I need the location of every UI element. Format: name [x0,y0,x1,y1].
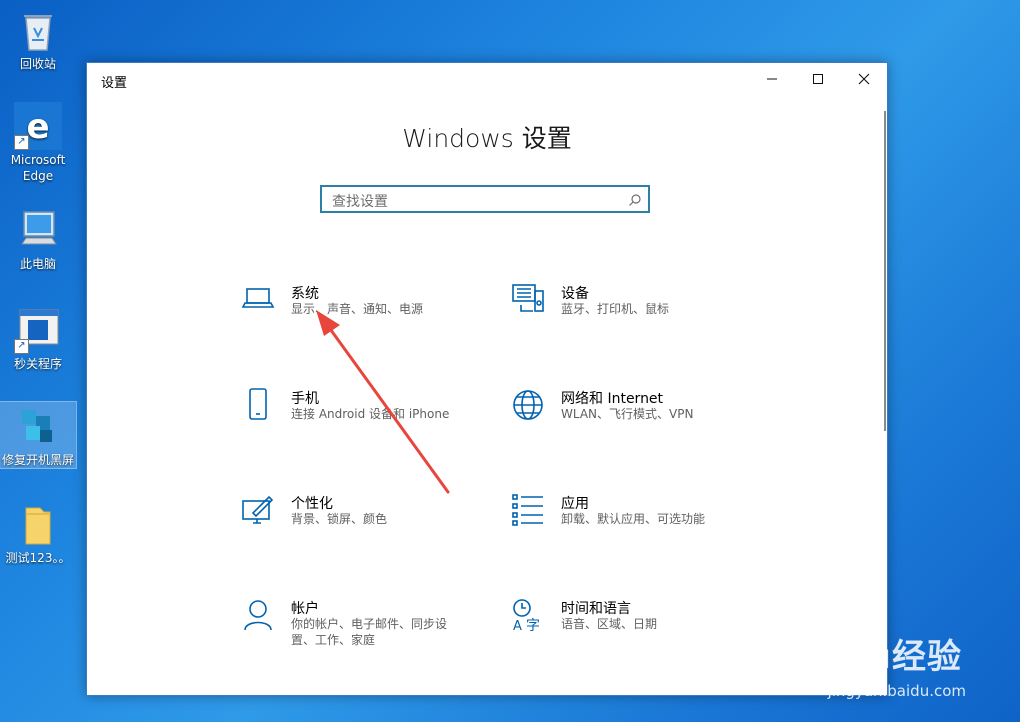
page-title: Windows 设置 [402,124,572,153]
category-name: 手机 [291,391,319,407]
desktop-icon-recycle-bin[interactable]: 回收站 [0,6,76,72]
category-desc: 背景、锁屏、颜色 [291,512,388,526]
minimize-button[interactable] [749,63,795,95]
title-bar[interactable]: 设置 [87,63,887,97]
close-icon [858,73,870,85]
person-icon [241,598,275,632]
category-devices[interactable]: 设备 蓝牙、打印机、鼠标 [511,283,771,353]
search-placeholder: 查找设置 [332,194,388,210]
category-desc: 蓝牙、打印机、鼠标 [561,302,670,316]
window-title: 设置 [101,76,128,91]
settings-window: 设置 Windows 设置 查找设置 系统 显示、声音、通知、电源 设备 蓝牙、… [86,62,888,696]
category-system[interactable]: 系统 显示、声音、通知、电源 [241,283,501,353]
desktop-icon-label: 修复开机黑屏 [1,453,74,467]
maximize-icon [813,74,823,84]
desktop-icon-repair[interactable]: 修复开机黑屏 [0,401,77,469]
category-name: 个性化 [291,496,333,512]
laptop-icon [241,283,275,317]
watermark-logo: Baidu经验 [777,637,962,677]
scrollbar[interactable] [884,111,886,431]
program-shortcut-icon: ↗ [14,306,62,354]
edge-icon: e ↗ [14,102,62,150]
desktop-icon-this-pc[interactable]: 此电脑 [0,206,76,272]
minimize-icon [767,78,777,80]
apps-list-icon [511,493,545,527]
category-name: 网络和 Internet [561,391,664,407]
desktop-icon-label: Microsoft Edge [10,153,66,183]
category-name: 应用 [561,496,589,512]
computer-icon [14,206,62,254]
category-name: 帐户 [291,601,319,617]
svg-text:A: A [513,619,522,632]
desktop-icon-label: 测试123。。 [5,551,71,565]
watermark-url: jingyan.baidu.com [827,682,966,700]
desktop-icon-label: 此电脑 [19,257,56,271]
keyboard-devices-icon [511,283,545,317]
category-network[interactable]: 网络和 Internet WLAN、飞行模式、VPN [511,388,771,458]
svg-text:字: 字 [526,618,540,632]
folder-icon [14,500,62,548]
category-apps[interactable]: 应用 卸载、默认应用、可选功能 [511,493,771,563]
desktop-icon-label: 回收站 [19,57,56,71]
category-accounts[interactable]: 帐户 你的帐户、电子邮件、同步设置、工作、家庭 [241,598,501,668]
time-language-icon: A 字 [511,598,545,634]
category-time-language[interactable]: A 字 时间和语言 语音、区域、日期 [511,598,771,668]
category-name: 时间和语言 [561,601,631,617]
category-desc: 连接 Android 设备和 iPhone [291,407,450,421]
shortcut-arrow-icon: ↗ [14,339,29,354]
desktop-icon-edge[interactable]: e ↗ Microsoft Edge [0,102,76,184]
category-name: 系统 [291,286,319,302]
category-phone[interactable]: 手机 连接 Android 设备和 iPhone [241,388,501,458]
paint-brush-icon [241,493,275,527]
repair-tool-icon [14,402,62,450]
desktop-icon-folder[interactable]: 测试123。。 [0,500,76,566]
category-desc: 显示、声音、通知、电源 [291,302,424,316]
category-desc: 语音、区域、日期 [561,617,658,631]
category-name: 设备 [561,286,589,302]
shortcut-arrow-icon: ↗ [14,135,29,150]
close-button[interactable] [841,63,887,95]
search-input[interactable]: 查找设置 [320,185,650,213]
globe-icon [511,388,545,422]
desktop-icon-label: 秒关程序 [13,357,62,371]
category-personalization[interactable]: 个性化 背景、锁屏、颜色 [241,493,501,563]
search-icon [628,192,642,211]
category-desc: WLAN、飞行模式、VPN [561,407,694,421]
phone-icon [241,388,275,422]
category-desc: 你的帐户、电子邮件、同步设置、工作、家庭 [291,617,448,647]
svg-text:e: e [26,107,49,147]
maximize-button[interactable] [795,63,841,95]
recycle-bin-icon [14,6,62,54]
category-desc: 卸载、默认应用、可选功能 [561,512,706,526]
desktop-icon-program[interactable]: ↗ 秒关程序 [0,306,76,372]
